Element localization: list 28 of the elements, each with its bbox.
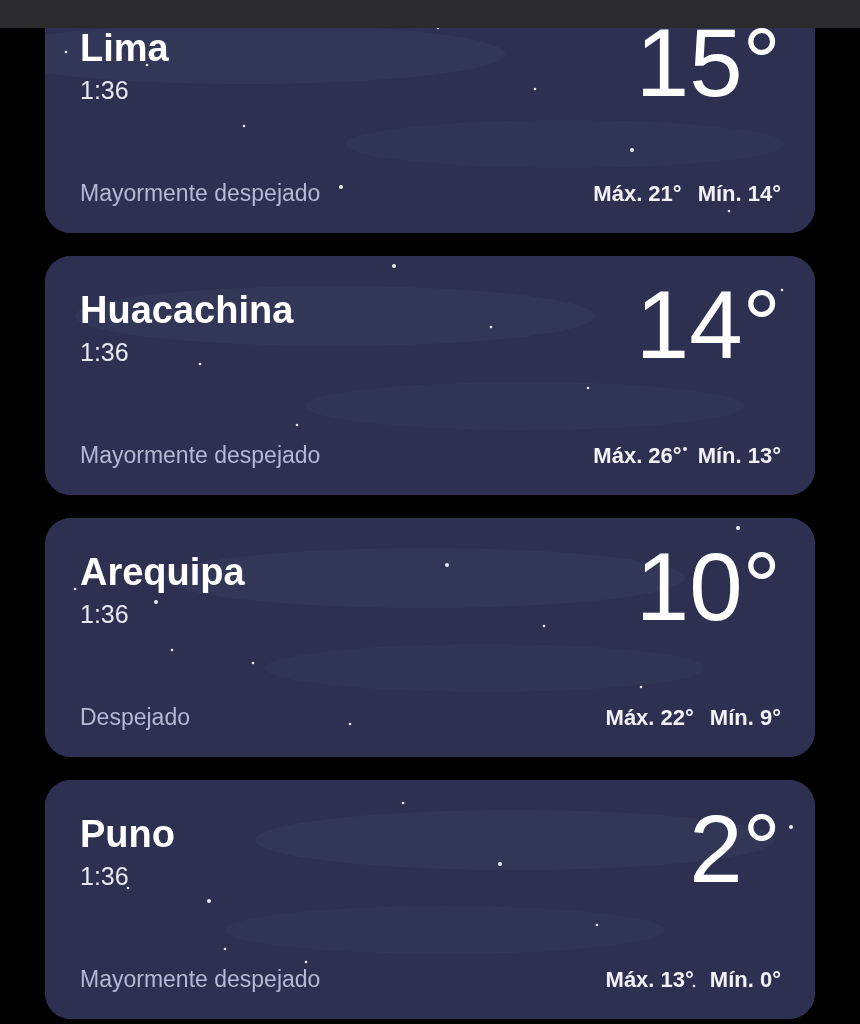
- low-temperature: Mín. 9°: [709, 705, 781, 731]
- temperature: 14°: [635, 280, 781, 370]
- low-temperature: Mín. 0°: [709, 967, 781, 993]
- temperature: 2°: [689, 804, 781, 894]
- weather-condition: Mayormente despejado: [80, 442, 321, 469]
- weather-card[interactable]: Lima 1:36 15° Mayormente despejado Máx. 21° Mín. 14°: [45, 28, 815, 233]
- weather-condition: Despejado: [80, 704, 190, 731]
- weather-condition: Mayormente despejado: [80, 180, 321, 207]
- local-time: 1:36: [80, 338, 130, 366]
- temperature: 15°: [635, 28, 781, 108]
- city-name: Lima: [80, 28, 169, 70]
- local-time: 1:36: [80, 76, 130, 104]
- low-temperature: Mín. 13°: [697, 443, 781, 469]
- weather-card[interactable]: Arequipa 1:36 10° Despejado Máx. 22° Mín. 9°: [45, 518, 815, 757]
- high-temperature: Máx. 21°: [593, 181, 682, 207]
- high-temperature: Máx. 26°: [593, 443, 682, 469]
- high-temperature: Máx. 22°: [605, 705, 694, 731]
- weather-condition: Mayormente despejado: [80, 966, 321, 993]
- high-temperature: Máx. 13°: [605, 967, 694, 993]
- weather-card[interactable]: Huacachina 1:36 14° Mayormente despejado Máx. 26° Mín. 13°: [45, 256, 815, 495]
- city-name: Huacachina: [80, 288, 294, 332]
- city-name: Arequipa: [80, 550, 245, 594]
- local-time: 1:36: [80, 862, 130, 890]
- city-name: Puno: [80, 812, 175, 856]
- local-time: 1:36: [80, 600, 130, 628]
- temperature: 10°: [635, 542, 781, 632]
- low-temperature: Mín. 14°: [697, 181, 781, 207]
- weather-card[interactable]: Puno 1:36 2° Mayormente despejado Máx. 13° Mín. 0°: [45, 780, 815, 1019]
